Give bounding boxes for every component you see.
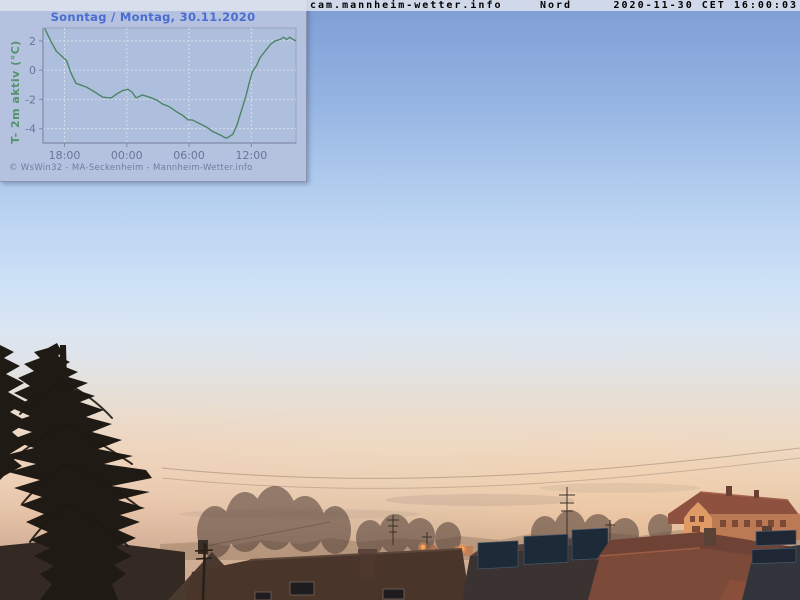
webcam-snapshot: 2 0 -2 -4 18:00 00:00 06:00 12:00 Sonntag / Mon… xyxy=(0,0,800,600)
y-tick-label: -4 xyxy=(25,123,36,136)
timestamp: 2020-11-30 CET 16:00:03 xyxy=(614,0,798,11)
chart-credit: © WsWin32 - MA-Seckenheim - Mannheim-Wet… xyxy=(9,163,253,173)
y-tick-label: -2 xyxy=(25,93,36,106)
x-tick-label: 18:00 xyxy=(49,149,81,162)
chart-title: Sonntag / Montag, 30.11.2020 xyxy=(0,10,306,25)
temperature-chart-panel: 2 0 -2 -4 18:00 00:00 06:00 12:00 Sonntag / Mon… xyxy=(0,0,307,182)
y-tick-label: 2 xyxy=(29,35,36,48)
chart-y-axis-label: T- 2m aktiv (°C) xyxy=(9,32,23,152)
overlay-bar: cam.mannheim-wetter.info Nord 2020-11-30… xyxy=(0,0,800,11)
temperature-chart: 2 0 -2 -4 18:00 00:00 06:00 12:00 xyxy=(0,0,306,181)
camera-direction: Nord xyxy=(540,0,572,11)
site-name: cam.mannheim-wetter.info xyxy=(310,0,503,11)
x-tick-label: 12:00 xyxy=(236,149,268,162)
x-tick-label: 00:00 xyxy=(111,149,143,162)
x-tick-label: 06:00 xyxy=(173,149,205,162)
y-tick-label: 0 xyxy=(29,64,36,77)
